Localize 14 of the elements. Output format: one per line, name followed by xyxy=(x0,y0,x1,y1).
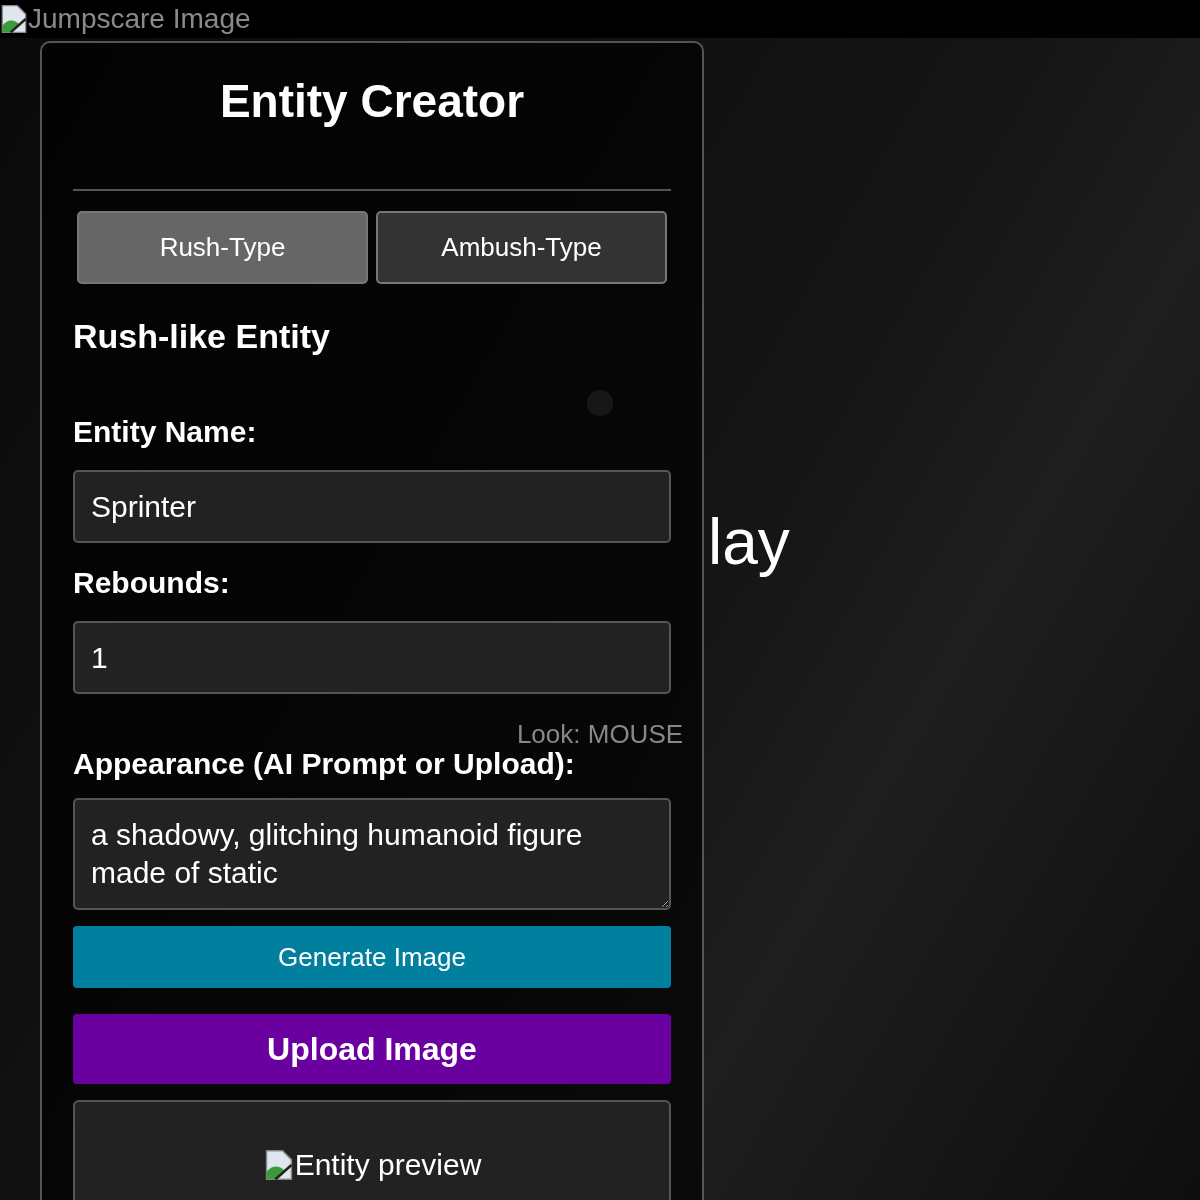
preview-alt-text: Entity preview xyxy=(294,1147,482,1183)
type-tab[interactable]: Ambush-Type xyxy=(376,211,667,284)
broken-image-icon xyxy=(0,4,28,34)
generate-button[interactable]: Generate Image xyxy=(73,926,671,988)
section-title: Rush-like Entity xyxy=(73,316,331,356)
text-field[interactable]: Sprinter xyxy=(73,470,671,543)
text-field[interactable]: 1 xyxy=(73,621,671,694)
image-alt-text: Jumpscare Image xyxy=(28,5,251,33)
panel-title: Entity Creator xyxy=(218,74,526,129)
field-label: Entity Name: xyxy=(73,414,258,450)
prompt-field[interactable]: a shadowy, glitching humanoid figure made of static xyxy=(73,798,671,910)
upload-button[interactable]: Upload Image xyxy=(73,1014,671,1084)
field-label: Rebounds: xyxy=(73,565,231,601)
type-tab[interactable]: Rush-Type xyxy=(77,211,368,284)
